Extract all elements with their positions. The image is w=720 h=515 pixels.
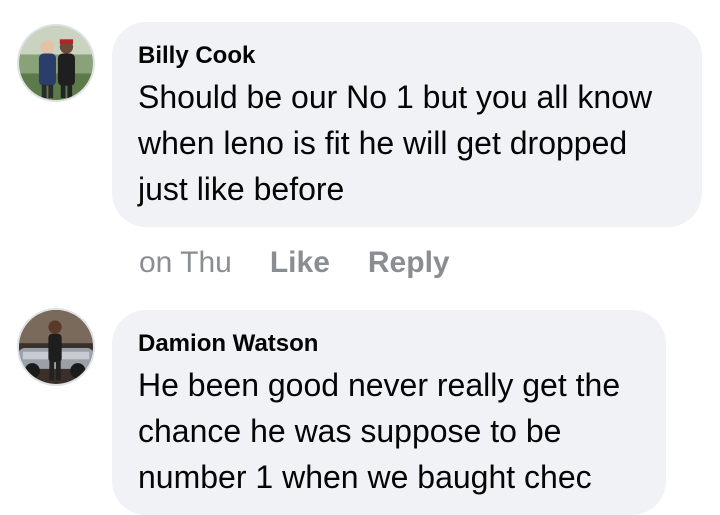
comment-billy-cook: Billy Cook Should be our No 1 but you al… bbox=[0, 0, 720, 290]
reply-button[interactable]: Reply bbox=[368, 246, 450, 280]
comment-damion-watson: Damion Watson He been good never really … bbox=[0, 290, 720, 515]
avatar-photo bbox=[19, 310, 93, 384]
like-button[interactable]: Like bbox=[270, 246, 330, 280]
comment-actions: on Thu Like Reply bbox=[139, 246, 488, 280]
comment-bubble: Billy Cook Should be our No 1 but you al… bbox=[112, 22, 702, 227]
avatar-photo bbox=[19, 26, 93, 100]
avatar[interactable] bbox=[17, 308, 95, 386]
comment-author[interactable]: Damion Watson bbox=[138, 330, 640, 358]
avatar[interactable] bbox=[17, 24, 95, 102]
comment-timestamp[interactable]: on Thu bbox=[139, 246, 232, 280]
comment-bubble: Damion Watson He been good never really … bbox=[112, 310, 666, 515]
comment-text: He been good never really get the chance… bbox=[138, 367, 621, 495]
comment-author[interactable]: Billy Cook bbox=[138, 42, 676, 70]
comment-text: Should be our No 1 but you all know when… bbox=[138, 79, 653, 207]
